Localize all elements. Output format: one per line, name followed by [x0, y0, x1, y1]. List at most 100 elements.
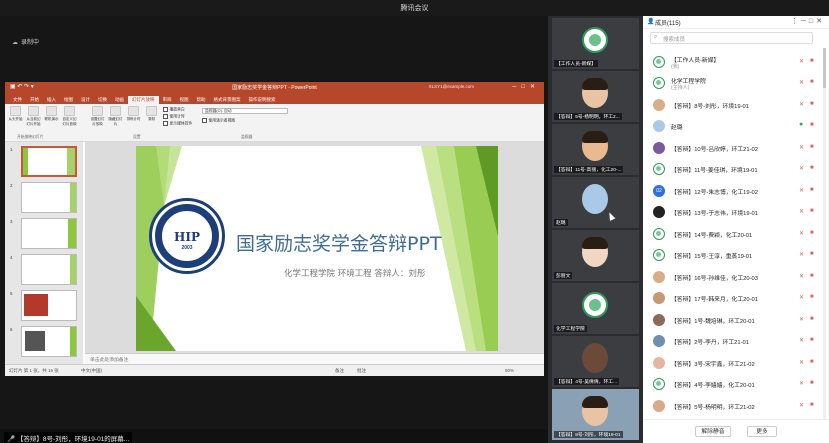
tab-transitions[interactable]: 切换 — [94, 96, 111, 104]
participant-row[interactable]: 【答辩】17号-韩来月，化工20-01 ✕ ■ — [643, 289, 821, 307]
search-input[interactable]: ⌕ 搜索成员 — [650, 32, 813, 44]
camera-off-icon[interactable]: ■ — [810, 101, 814, 107]
participant-row[interactable]: 【答辩】10号-吕欣婷，环工21-02 ✕ ■ — [643, 139, 821, 157]
participants-scrollbar[interactable] — [823, 48, 826, 428]
presenter-view-checkbox[interactable]: 使用演示者视图 — [202, 118, 236, 124]
from-current-button[interactable]: 从当前幻灯片开始 — [26, 106, 41, 127]
participant-row[interactable]: 【答辩】15号-王淳，重蒸19-01 ✕ ■ — [643, 246, 821, 264]
camera-off-icon[interactable]: ■ — [810, 402, 814, 408]
hide-slide-button[interactable]: 隐藏幻灯片 — [108, 106, 123, 127]
use-timings-checkbox[interactable]: 使用计时 — [163, 114, 185, 120]
video-tile[interactable]: 赵璐 — [552, 177, 639, 228]
show-media-controls-checkbox[interactable]: 显示媒体控件 — [163, 121, 193, 127]
mic-muted-icon[interactable]: ✕ — [799, 101, 806, 109]
mic-muted-icon[interactable]: ✕ — [799, 316, 806, 324]
mic-muted-icon[interactable]: ✕ — [799, 402, 806, 410]
participant-row[interactable]: 【答辩】11号-姜佳琪，环境19-01 ✕ ■ — [643, 160, 821, 178]
slide-thumbnail-4[interactable] — [21, 254, 77, 285]
ppt-window-controls[interactable]: ─□✕ — [512, 83, 540, 90]
camera-off-icon[interactable]: ■ — [810, 79, 814, 85]
mic-muted-icon[interactable]: ✕ — [799, 58, 806, 66]
notes-toggle[interactable]: 备注 — [335, 368, 344, 374]
camera-off-icon[interactable]: ■ — [810, 230, 814, 236]
participant-row[interactable]: 化学工程学院 (主持人) ✕ ■ — [643, 74, 821, 92]
video-tile[interactable]: 化学工程学院 — [552, 283, 639, 334]
participant-row[interactable]: 【答辩】16号-孙维佳，化工20-03 ✕ ■ — [643, 268, 821, 286]
mic-muted-icon[interactable]: ✕ — [799, 359, 806, 367]
slide-thumbnail-6[interactable] — [21, 326, 77, 357]
participant-row[interactable]: 【答辩】3号-宋宇鑫，环工21-02 ✕ ■ — [643, 354, 821, 372]
notes-pane[interactable]: 单击此处添加备注 — [85, 353, 544, 364]
tab-design[interactable]: 设计 — [77, 96, 94, 104]
tab-view[interactable]: 视图 — [176, 96, 193, 104]
present-online-button[interactable]: 联机演示 — [44, 106, 59, 127]
tab-help[interactable]: 帮助 — [193, 96, 210, 104]
camera-off-icon[interactable]: ■ — [810, 316, 814, 322]
camera-off-icon[interactable]: ■ — [810, 208, 814, 214]
mic-muted-icon[interactable]: ✕ — [799, 273, 806, 281]
tab-home[interactable]: 开始 — [26, 96, 43, 104]
participant-row[interactable]: 【答辩】1号-魏培琳，环工20-01 ✕ ■ — [643, 311, 821, 329]
participant-row[interactable]: 【答辩】8号-刘彤，环境19-01 ✕ ■ — [643, 96, 821, 114]
video-tile[interactable]: 【工作人员-新媒】 — [552, 18, 639, 69]
video-tile[interactable]: 【答辩】4号-吴倩倩，环工... — [552, 336, 639, 387]
participant-row[interactable]: 【答辩】2号-李丹，环工21-01 ✕ ■ — [643, 332, 821, 350]
tab-insert[interactable]: 插入 — [43, 96, 60, 104]
mic-muted-icon[interactable]: ✕ — [799, 79, 806, 87]
setup-show-button[interactable]: 设置幻灯片放映 — [90, 106, 105, 127]
camera-off-icon[interactable]: ■ — [810, 187, 814, 193]
tell-me-search[interactable]: 操作说明搜索 — [245, 96, 280, 104]
tab-draw[interactable]: 绘图 — [60, 96, 77, 104]
slide-thumbnail-2[interactable] — [21, 182, 77, 213]
record-button[interactable]: 录制 — [144, 106, 159, 127]
camera-off-icon[interactable]: ■ — [810, 144, 814, 150]
panel-window-controls[interactable]: ⋮─□✕ — [791, 17, 825, 25]
mic-muted-icon[interactable]: ✕ — [799, 165, 806, 173]
video-tile-active-speaker[interactable]: 【答辩】8号-刘彤，环境19-01 — [552, 389, 639, 440]
play-narration-checkbox[interactable]: 播放旁白 — [163, 107, 185, 113]
current-slide[interactable]: HIP 2003 国家励志奖学金答辩PPT 化学工程学院 环境工程 答辩人：刘彤 — [136, 146, 498, 351]
camera-off-icon[interactable]: ■ — [810, 294, 814, 300]
slide-thumbnail-1[interactable] — [21, 146, 77, 177]
camera-off-icon[interactable]: ■ — [810, 359, 814, 365]
slide-thumbnail-3[interactable] — [21, 218, 77, 249]
mic-muted-icon[interactable]: ✕ — [799, 144, 806, 152]
monitor-select[interactable]: 监视器(O): 自动 — [202, 108, 288, 114]
rehearse-timings-button[interactable]: 排练计时 — [126, 106, 141, 127]
video-tile[interactable]: 彭丽文 — [552, 230, 639, 281]
participant-row[interactable]: 【答辩】14号-费颖，化工20-01 ✕ ■ — [643, 225, 821, 243]
participant-row[interactable]: 【答辩】4号-李嫱嫱，化工20-01 ✕ ■ — [643, 375, 821, 393]
unmute-all-button[interactable]: 解除静音 — [695, 426, 731, 437]
mic-muted-icon[interactable]: ✕ — [799, 294, 806, 302]
mic-muted-icon[interactable]: ✕ — [799, 337, 806, 345]
more-button[interactable]: 更多 — [747, 426, 777, 437]
participant-row[interactable]: 【答辩】13号-于志伟，环境19-01 ✕ ■ — [643, 203, 821, 221]
tab-review[interactable]: 审阅 — [159, 96, 176, 104]
camera-off-icon[interactable]: ■ — [810, 58, 814, 64]
video-tile[interactable]: 【答辩】11号-高丽，化工20-... — [552, 124, 639, 175]
tab-file[interactable]: 文件 — [9, 96, 26, 104]
camera-off-icon[interactable]: ■ — [810, 337, 814, 343]
mic-muted-icon[interactable]: ✕ — [799, 230, 806, 238]
video-tile[interactable]: 【答辩】5号-杨明明，环工2... — [552, 71, 639, 122]
mic-muted-icon[interactable]: ✕ — [799, 251, 806, 259]
participant-row[interactable]: 02 【答辩】12号-朱志博，化工19-02 ✕ ■ — [643, 182, 821, 200]
tab-slideshow[interactable]: 幻灯片放映 — [128, 96, 159, 104]
custom-show-button[interactable]: 自定义幻灯片放映 — [62, 106, 77, 127]
camera-off-icon[interactable]: ■ — [810, 165, 814, 171]
slide-thumbnail-5[interactable] — [21, 290, 77, 321]
tab-animations[interactable]: 动画 — [111, 96, 128, 104]
camera-off-icon[interactable]: ■ — [810, 380, 814, 386]
camera-off-icon[interactable]: ■ — [810, 122, 814, 128]
camera-off-icon[interactable]: ■ — [810, 251, 814, 257]
tab-background[interactable]: 格式背景图案 — [210, 96, 245, 104]
participant-row[interactable]: 【答辩】5号-杨明明，环工21-02 ✕ ■ — [643, 397, 821, 415]
mic-muted-icon[interactable]: ✕ — [799, 380, 806, 388]
mic-muted-icon[interactable]: ✕ — [799, 208, 806, 216]
participant-row[interactable]: 【工作人员-新媒】 (我) ✕ ■ — [643, 53, 821, 71]
camera-off-icon[interactable]: ■ — [810, 273, 814, 279]
participant-row[interactable]: 赵璐 ● ■ — [643, 117, 821, 135]
zoom-level[interactable]: 90% — [505, 368, 514, 373]
comments-toggle[interactable]: 批注 — [357, 368, 366, 374]
mic-on-icon[interactable]: ● — [799, 121, 803, 128]
